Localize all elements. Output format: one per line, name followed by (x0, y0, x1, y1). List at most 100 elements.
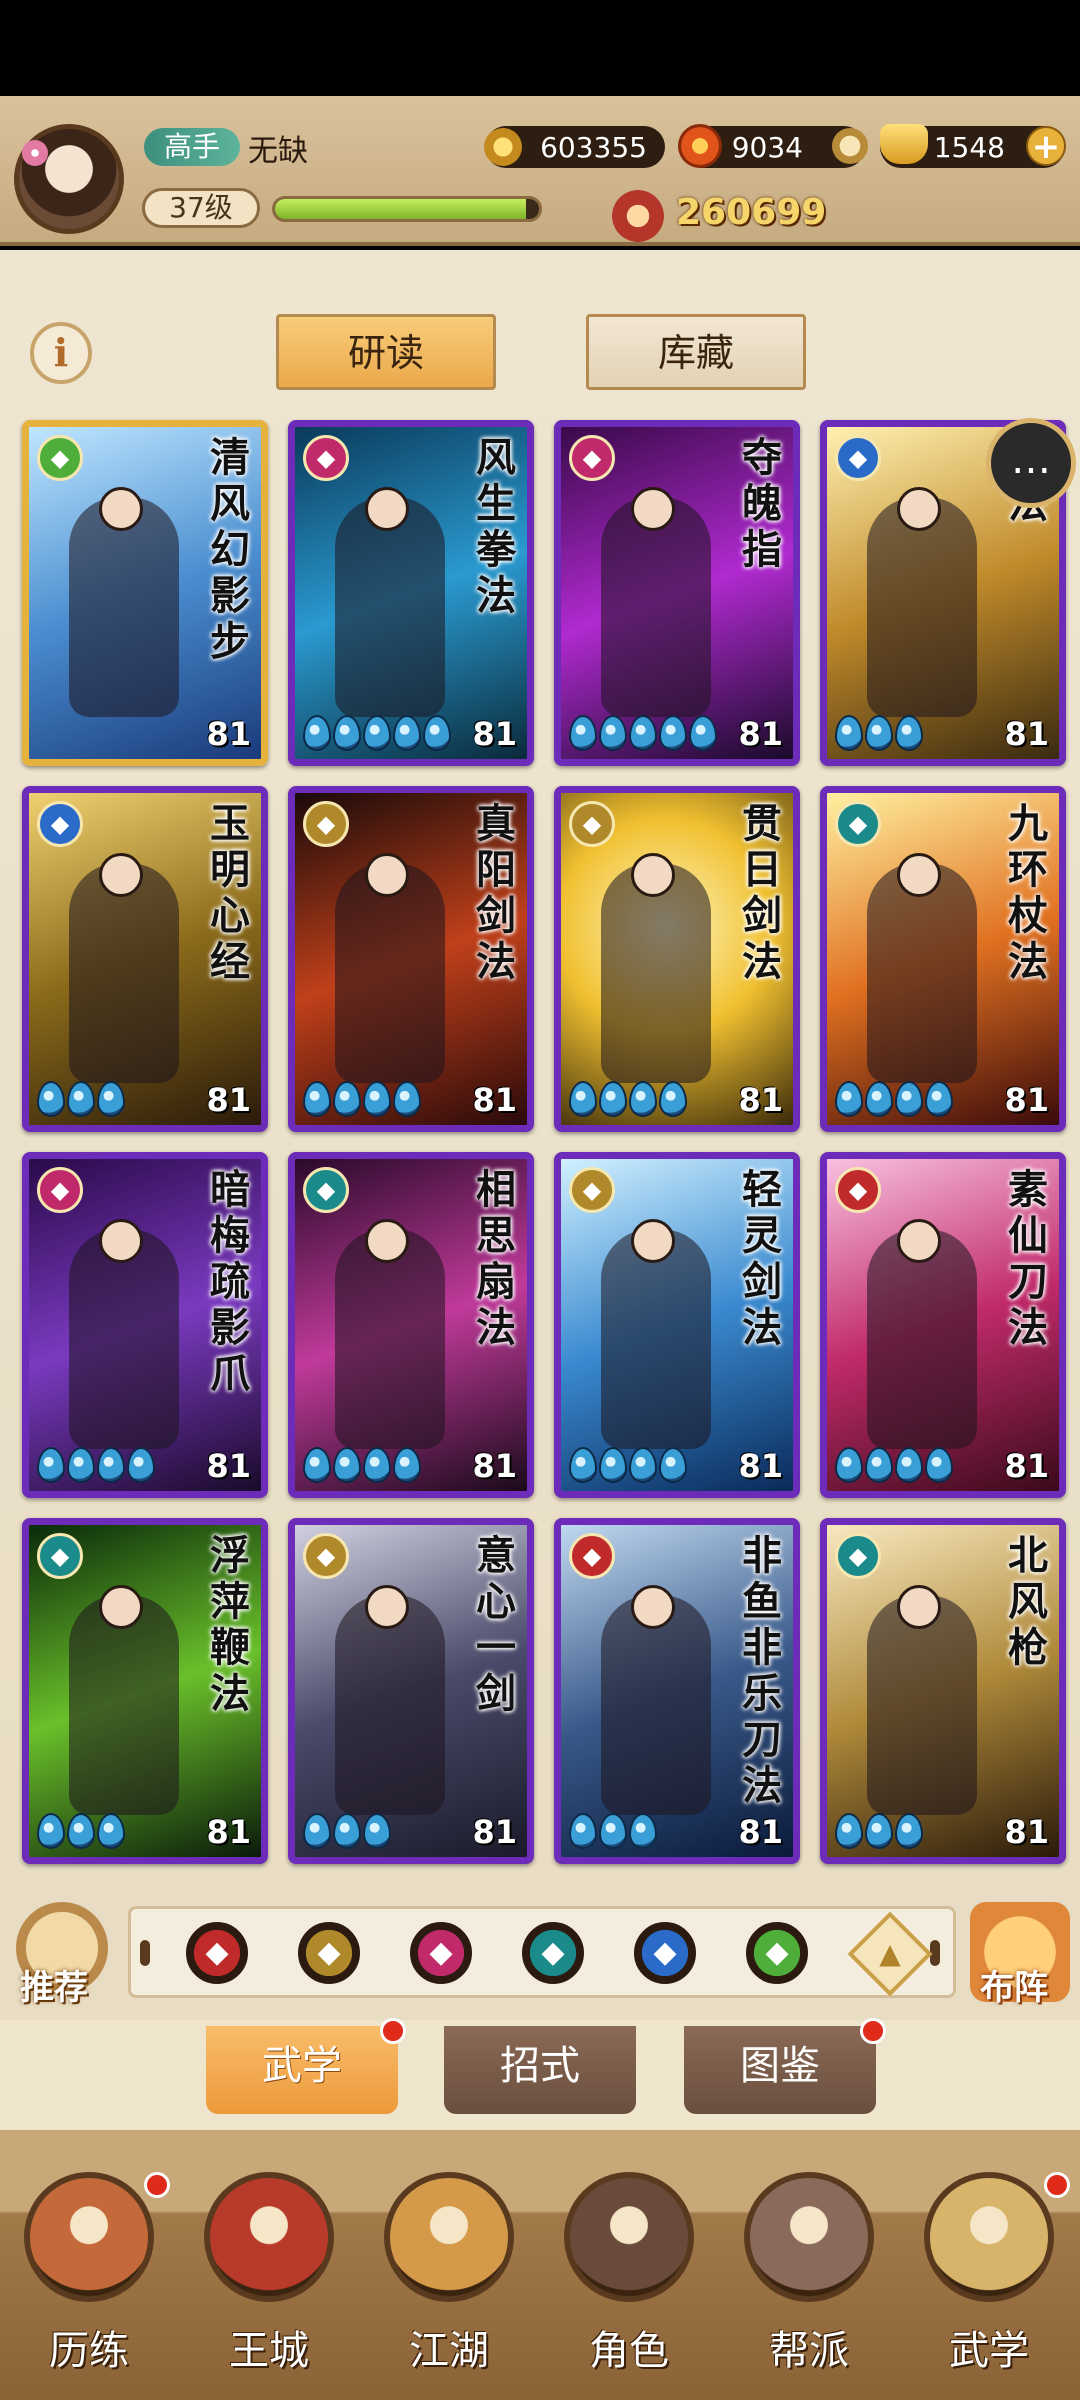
drop-icon (67, 1081, 95, 1117)
nav-item[interactable]: 角色 (554, 2172, 704, 2374)
skill-type-icon: ◆ (835, 801, 881, 847)
star-drops (569, 1081, 687, 1117)
character-head (897, 487, 941, 531)
skill-card[interactable]: ◆ 素仙刀法 81 (820, 1152, 1066, 1498)
character-head (365, 1585, 409, 1629)
drop-icon (393, 1447, 421, 1483)
gem-value: 9034 (731, 131, 803, 164)
power-icon (612, 190, 664, 242)
drop-icon (599, 1447, 627, 1483)
drop-icon (629, 1813, 657, 1849)
fist-icon[interactable]: ◆ (410, 1922, 472, 1984)
tab-moves[interactable]: 招式 (444, 2026, 636, 2114)
drop-icon (333, 715, 361, 751)
skill-level: 81 (206, 1447, 251, 1485)
skill-level: 81 (738, 715, 783, 753)
skill-card[interactable]: ◆ 风生拳法 81 (288, 420, 534, 766)
skill-type-icon: ◆ (569, 1533, 615, 1579)
coin-value: 603355 (540, 131, 647, 164)
skill-name: 清风幻影步 (210, 434, 250, 665)
skill-card[interactable]: ◆ 轻灵剑法 81 (554, 1152, 800, 1498)
chat-bubble-icon[interactable]: … (986, 418, 1076, 508)
skill-type-icon: ◆ (835, 1167, 881, 1213)
skill-card[interactable]: ◆ 真阳剑法 81 (288, 786, 534, 1132)
skill-card[interactable]: ◆ 玉明心经 81 (22, 786, 268, 1132)
notification-dot (1044, 2172, 1070, 2198)
tab-skills[interactable]: 武学 (206, 2026, 398, 2114)
skill-level: 81 (1004, 1813, 1049, 1851)
drop-icon (865, 715, 893, 751)
info-button[interactable]: i (30, 322, 92, 384)
skill-type-icon: ◆ (835, 435, 881, 481)
skill-card[interactable]: ◆ 贯日剑法 81 (554, 786, 800, 1132)
add-gold-button[interactable]: + (1026, 126, 1066, 166)
skill-card[interactable]: ◆ 清风幻影步 81 (22, 420, 268, 766)
drop-icon (363, 1813, 391, 1849)
nav-item[interactable]: 帮派 (734, 2172, 884, 2374)
nav-item[interactable]: 武学 (914, 2172, 1070, 2374)
skill-card[interactable]: ◆ 北风枪 81 (820, 1518, 1066, 1864)
character-head (99, 1585, 143, 1629)
drop-icon (97, 1447, 125, 1483)
recommend-label: 推荐 (20, 1968, 88, 2008)
skill-card[interactable]: ◆ 相思扇法 81 (288, 1152, 534, 1498)
skill-name: 暗梅疏影爪 (210, 1166, 250, 1397)
drop-icon (925, 1081, 953, 1117)
flower-icon (22, 140, 48, 166)
skill-level: 81 (206, 1813, 251, 1851)
nav-label: 王城 (229, 2328, 309, 2374)
character-head (897, 1585, 941, 1629)
formation-label: 布阵 (980, 1968, 1048, 2008)
fan-icon[interactable]: ◆ (522, 1922, 584, 1984)
drop-icon (67, 1447, 95, 1483)
nav-item[interactable]: 王城 (194, 2172, 344, 2374)
sword-icon[interactable]: ◆ (298, 1922, 360, 1984)
skill-name: 真阳剑法 (476, 800, 516, 985)
character-head (365, 853, 409, 897)
nav-item[interactable]: 江湖 (374, 2172, 524, 2374)
drop-icon (865, 1081, 893, 1117)
nav-icon (24, 2172, 154, 2302)
skill-card[interactable]: ◆ 意心一剑 81 (288, 1518, 534, 1864)
blade-icon[interactable]: ◆ (186, 1922, 248, 1984)
skill-card[interactable]: ◆ 非鱼非乐刀法 81 (554, 1518, 800, 1864)
skill-type-icon: ◆ (37, 1167, 83, 1213)
skill-card[interactable]: ◆ 夺魄指 81 (554, 420, 800, 766)
star-drops (835, 1447, 953, 1483)
star-drops (37, 1447, 155, 1483)
drop-icon (895, 1813, 923, 1849)
drop-icon (393, 715, 421, 751)
rank-badge: 高手 (144, 128, 240, 166)
character-head (365, 1219, 409, 1263)
skill-type-icon: ◆ (303, 435, 349, 481)
skill-card[interactable]: ◆ 九环杖法 81 (820, 786, 1066, 1132)
combat-power: 260699 (676, 192, 827, 233)
star-drops (303, 1447, 421, 1483)
nav-label: 角色 (589, 2328, 669, 2374)
skill-card[interactable]: ◆ 浮萍鞭法 81 (22, 1518, 268, 1864)
star-drops (835, 1813, 923, 1849)
drop-icon (569, 1447, 597, 1483)
nav-item[interactable]: 历练 (14, 2172, 170, 2374)
star-drops (569, 1813, 657, 1849)
character-head (897, 1219, 941, 1263)
character-head (99, 1219, 143, 1263)
drop-icon (97, 1081, 125, 1117)
skill-type-icon: ◆ (37, 801, 83, 847)
yinyang-icon[interactable]: ◆ (634, 1922, 696, 1984)
swirl-icon[interactable]: ◆ (746, 1922, 808, 1984)
skill-card[interactable]: ◆ 暗梅疏影爪 81 (22, 1152, 268, 1498)
character-head (99, 487, 143, 531)
coin-icon (484, 128, 522, 166)
drop-icon (37, 1447, 65, 1483)
drop-icon (393, 1081, 421, 1117)
status-bar (0, 0, 1080, 96)
drop-icon (925, 1447, 953, 1483)
character-head (631, 853, 675, 897)
drop-icon (97, 1813, 125, 1849)
tab-atlas[interactable]: 图鉴 (684, 2026, 876, 2114)
tab-storage[interactable]: 库藏 (586, 314, 806, 390)
skill-level: 81 (206, 1081, 251, 1119)
skill-level: 81 (472, 715, 517, 753)
tab-study[interactable]: 研读 (276, 314, 496, 390)
